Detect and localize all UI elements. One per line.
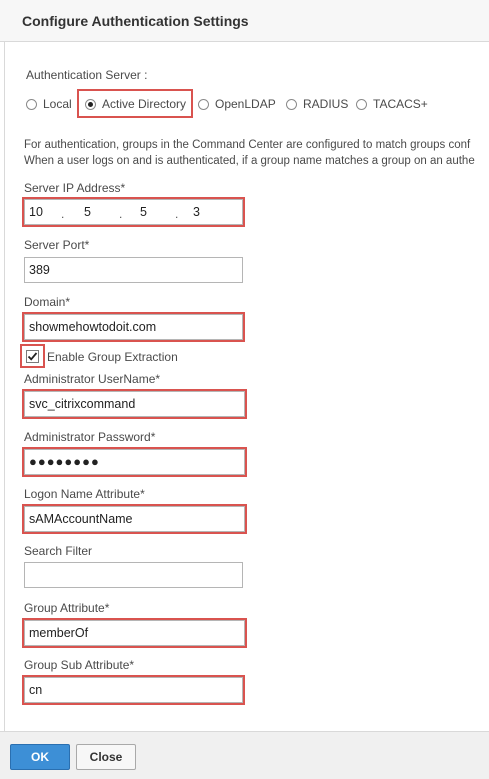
radio-circle-icon	[286, 98, 297, 110]
info-text: For authentication, groups in the Comman…	[24, 137, 489, 169]
radio-tacacs[interactable]: TACACS+	[356, 94, 428, 114]
ok-button[interactable]: OK	[10, 744, 70, 770]
radio-openldap[interactable]: OpenLDAP	[198, 94, 276, 114]
radio-openldap-label: OpenLDAP	[215, 97, 276, 111]
radio-local[interactable]: Local	[26, 94, 72, 114]
search-filter-input[interactable]	[24, 562, 243, 588]
highlight-domain	[22, 312, 245, 342]
highlight-logon-name-attr	[22, 504, 247, 534]
enable-group-extraction-label: Enable Group Extraction	[47, 350, 178, 364]
admin-username-label: Administrator UserName*	[24, 372, 161, 386]
close-button[interactable]: Close	[76, 744, 136, 770]
highlight-group-attr	[22, 618, 247, 648]
highlight-admin-password	[22, 447, 247, 477]
highlight-admin-username	[22, 389, 247, 419]
highlight-active-directory	[77, 89, 193, 118]
server-ip-label: Server IP Address*	[24, 181, 126, 195]
dialog-header: Configure Authentication Settings	[0, 0, 489, 42]
highlight-server-ip	[22, 197, 245, 227]
radio-tacacs-label: TACACS+	[373, 97, 428, 111]
radio-radius[interactable]: RADIUS	[286, 94, 348, 114]
dialog-footer: OK Close	[0, 731, 489, 779]
highlight-group-sub-attr	[22, 675, 245, 705]
server-port-label: Server Port*	[24, 238, 90, 252]
auth-server-label: Authentication Server :	[26, 68, 148, 82]
radio-circle-icon	[356, 98, 367, 110]
radio-radius-label: RADIUS	[303, 97, 349, 111]
radio-local-label: Local	[43, 97, 72, 111]
highlight-group-extraction	[20, 344, 45, 368]
search-filter-label: Search Filter	[24, 544, 93, 558]
domain-label: Domain*	[24, 295, 71, 309]
info-line-1: For authentication, groups in the Comman…	[24, 139, 471, 151]
group-attr-label: Group Attribute*	[24, 601, 110, 615]
radio-circle-icon	[26, 98, 37, 110]
server-port-input[interactable]: 389	[24, 257, 243, 283]
group-sub-attr-label: Group Sub Attribute*	[24, 658, 135, 672]
dialog-title: Configure Authentication Settings	[22, 13, 249, 29]
info-line-2: When a user logs on and is authenticated…	[24, 155, 475, 167]
logon-name-attr-label: Logon Name Attribute*	[24, 487, 145, 501]
admin-password-label: Administrator Password*	[24, 430, 156, 444]
radio-circle-icon	[198, 98, 209, 110]
